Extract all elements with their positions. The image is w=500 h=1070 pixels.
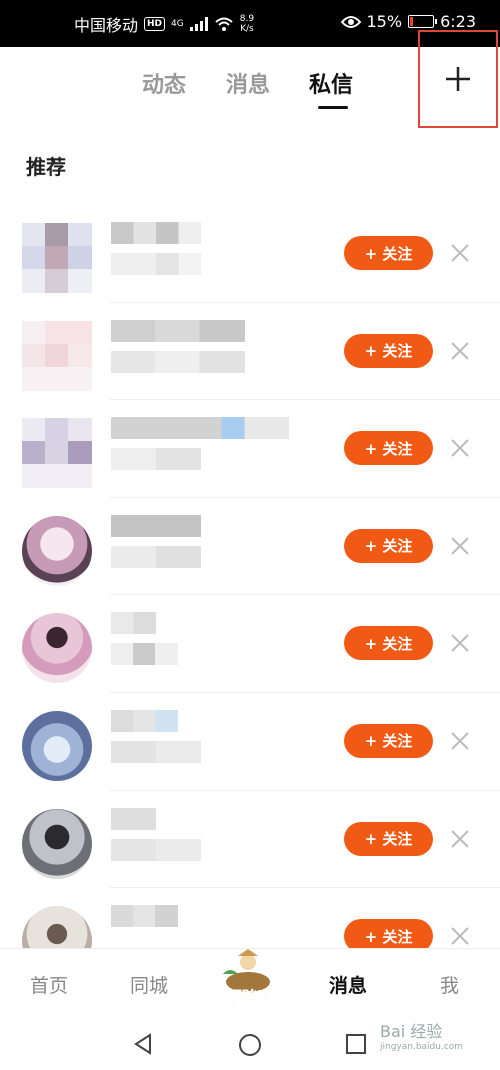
follow-button[interactable]: + 关注 [344,528,433,563]
close-icon[interactable] [449,437,471,459]
close-icon[interactable] [449,242,471,264]
signal-icon [189,17,208,31]
user-name-blurred [111,514,201,537]
user-name-blurred [111,417,289,440]
avatar[interactable] [22,515,92,586]
plus-icon [446,67,470,91]
list-item[interactable]: + 关注 [0,205,500,303]
user-desc-blurred [111,740,201,763]
user-desc-blurred [111,350,245,373]
avatar[interactable] [22,808,92,879]
list-item[interactable]: + 关注 [0,693,500,791]
follow-button[interactable]: + 关注 [344,431,433,466]
list-item[interactable]: + 关注 [0,400,500,498]
nav-nearby[interactable]: 同城 [130,971,168,998]
avatar[interactable] [22,710,92,781]
user-desc-blurred [111,838,201,861]
nav-home[interactable]: 首页 [30,971,68,998]
follow-button[interactable]: + 关注 [344,333,433,368]
network-type: 4G [171,19,184,29]
watermark: Bai 经验 jingyan.baidu.com [380,1018,463,1052]
follow-button[interactable]: + 关注 [344,236,433,270]
nav-messages[interactable]: 消息 [329,971,367,998]
user-name-blurred [111,319,245,342]
close-icon[interactable] [449,925,471,947]
close-icon[interactable] [449,828,471,850]
user-name-blurred [111,709,178,732]
new-message-button[interactable] [418,30,498,128]
wifi-icon [215,17,233,31]
user-desc-blurred [111,643,178,666]
clock: 6:23 [440,12,476,31]
avatar[interactable] [22,223,92,293]
follow-button[interactable]: + 关注 [344,723,433,758]
battery-percent: 15% [366,12,403,31]
list-item[interactable]: + 关注 [0,498,500,596]
recents-icon[interactable] [346,1034,366,1054]
user-name-blurred [111,905,178,928]
close-icon[interactable] [449,632,471,654]
close-icon[interactable] [449,340,471,362]
list-item[interactable]: + 关注 [0,791,500,889]
recommend-list: + 关注 + 关注 + 关注 + 关注 + 关注 + 关注 + 关注 + 关注 [0,205,500,986]
user-name-blurred [111,612,156,635]
eye-icon [340,15,361,28]
watermark-logo: Bai 经验 [380,1022,443,1041]
carrier-name: 中国移动 [74,16,139,35]
back-icon[interactable] [132,1033,154,1055]
avatar[interactable] [22,418,92,489]
battery-icon [408,15,438,28]
festival-label: 清明踏青 [212,988,273,1007]
list-item[interactable]: + 关注 [0,595,500,693]
active-tab-indicator [318,106,348,109]
close-icon[interactable] [449,535,471,557]
nav-me[interactable]: 我 [440,971,459,998]
user-name-blurred [111,222,201,244]
list-item[interactable]: + 关注 [0,303,500,401]
tab-private-messages[interactable]: 私信 [309,67,353,99]
home-icon[interactable] [238,1033,262,1057]
follow-button[interactable]: + 关注 [344,821,433,856]
follow-button[interactable]: + 关注 [344,626,433,661]
festival-nav-button[interactable]: 清明踏青 [208,948,288,1016]
tab-messages[interactable]: 消息 [226,67,270,99]
hd-icon: HD [144,17,166,31]
user-desc-blurred [111,448,201,471]
user-desc-blurred [111,253,201,275]
user-name-blurred [111,807,156,830]
close-icon[interactable] [449,730,471,752]
section-title: 推荐 [26,155,66,179]
network-speed: 8.9 K/s [239,14,255,34]
avatar[interactable] [22,613,92,684]
avatar[interactable] [22,320,92,391]
tab-dynamic[interactable]: 动态 [142,67,186,99]
watermark-url: jingyan.baidu.com [380,1042,464,1052]
user-desc-blurred [111,545,201,568]
